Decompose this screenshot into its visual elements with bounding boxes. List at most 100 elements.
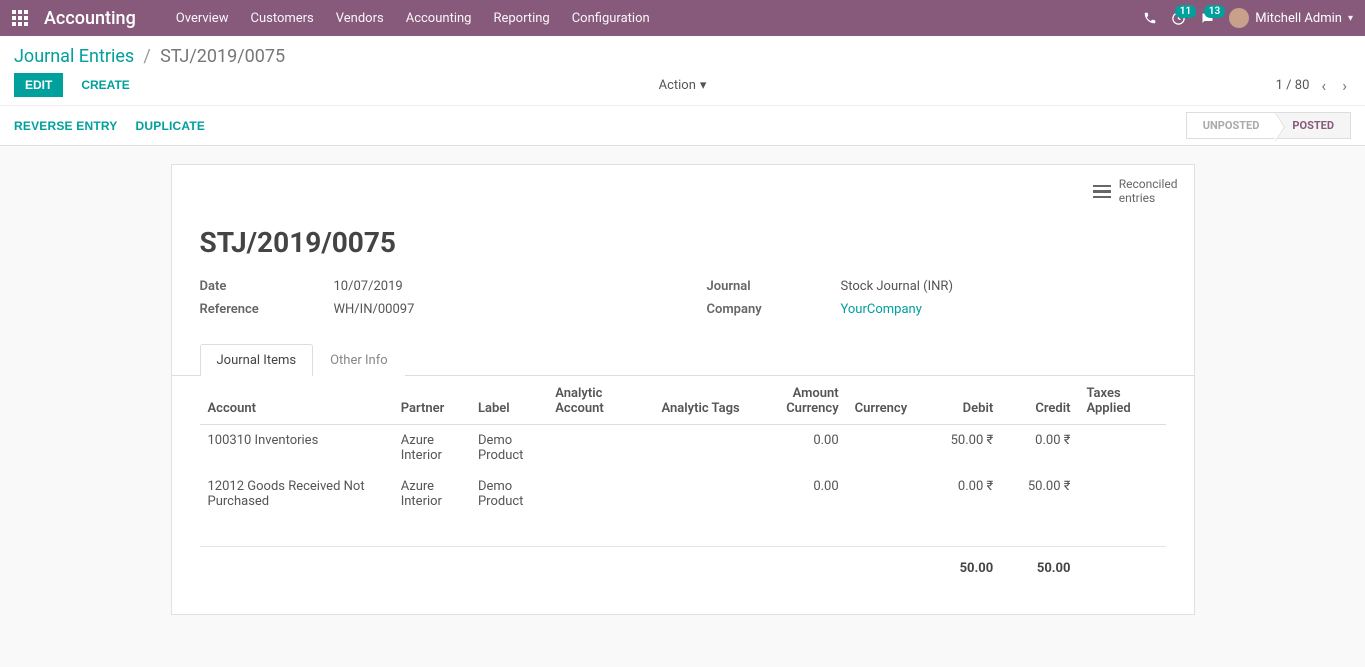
- user-menu[interactable]: Mitchell Admin ▾: [1229, 8, 1353, 28]
- cell-taxes: [1078, 471, 1165, 517]
- nav-overview[interactable]: Overview: [176, 11, 229, 26]
- cell-debit: 50.00 ₹: [924, 424, 1001, 471]
- col-analytic-tags[interactable]: Analytic Tags: [653, 376, 750, 425]
- cell-analytic-tags: [653, 471, 750, 517]
- field-label-company: Company: [707, 302, 841, 317]
- col-credit[interactable]: Credit: [1001, 376, 1078, 425]
- tab-journal-items[interactable]: Journal Items: [200, 344, 314, 376]
- duplicate-button[interactable]: DUPLICATE: [136, 119, 206, 133]
- field-value-reference: WH/IN/00097: [334, 302, 415, 317]
- activity-icon[interactable]: 11: [1171, 11, 1186, 26]
- nav-right: 11 13 Mitchell Admin ▾: [1143, 8, 1353, 28]
- col-account[interactable]: Account: [200, 376, 393, 425]
- field-company: Company YourCompany: [707, 298, 1166, 321]
- nav-customers[interactable]: Customers: [250, 11, 313, 26]
- nav-vendors[interactable]: Vendors: [336, 11, 384, 26]
- pager: 1 / 80 ‹ ›: [1276, 74, 1351, 97]
- table-row[interactable]: 12012 Goods Received Not PurchasedAzure …: [200, 471, 1166, 517]
- total-debit: 50.00: [924, 547, 1001, 591]
- field-journal: Journal Stock Journal (INR): [707, 275, 1166, 298]
- status-posted[interactable]: POSTED: [1275, 112, 1351, 139]
- list-icon: [1093, 185, 1111, 199]
- col-partner[interactable]: Partner: [393, 376, 470, 425]
- breadcrumb: Journal Entries / STJ/2019/0075: [14, 46, 285, 67]
- col-label[interactable]: Label: [470, 376, 547, 425]
- action-dropdown[interactable]: Action ▾: [659, 78, 707, 93]
- reconciled-entries-button[interactable]: Reconciled entries: [1093, 177, 1178, 206]
- avatar: [1229, 8, 1249, 28]
- create-button[interactable]: CREATE: [71, 74, 139, 96]
- user-name: Mitchell Admin: [1255, 11, 1342, 26]
- field-reference: Reference WH/IN/00097: [200, 298, 659, 321]
- status-unposted[interactable]: UNPOSTED: [1186, 112, 1276, 139]
- main-area: Reconciled entries STJ/2019/0075 Date 10…: [0, 146, 1365, 633]
- field-date: Date 10/07/2019: [200, 275, 659, 298]
- top-navbar: Accounting Overview Customers Vendors Ac…: [0, 0, 1365, 36]
- breadcrumb-root[interactable]: Journal Entries: [14, 46, 134, 67]
- field-value-journal: Stock Journal (INR): [841, 279, 953, 294]
- cell-debit: 0.00 ₹: [924, 471, 1001, 517]
- journal-items-table: Account Partner Label Analytic Account A…: [200, 376, 1166, 591]
- field-col-right: Journal Stock Journal (INR) Company Your…: [707, 275, 1166, 321]
- chat-icon[interactable]: 13: [1200, 11, 1215, 26]
- total-credit: 50.00: [1001, 547, 1078, 591]
- field-grid: Date 10/07/2019 Reference WH/IN/00097 Jo…: [172, 275, 1194, 335]
- caret-down-icon: ▾: [1348, 13, 1353, 24]
- breadcrumb-sep: /: [143, 46, 150, 67]
- tab-other-info[interactable]: Other Info: [313, 344, 405, 376]
- pager-text[interactable]: 1 / 80: [1276, 78, 1310, 93]
- activity-badge: 11: [1175, 5, 1196, 18]
- cell-amount-currency: 0.00: [750, 471, 847, 517]
- reverse-entry-button[interactable]: REVERSE ENTRY: [14, 119, 118, 133]
- chevron-down-icon: ▾: [700, 78, 707, 93]
- col-debit[interactable]: Debit: [924, 376, 1001, 425]
- edit-button[interactable]: EDIT: [14, 73, 63, 97]
- col-taxes[interactable]: Taxes Applied: [1078, 376, 1165, 425]
- tabs: Journal Items Other Info: [172, 343, 1194, 376]
- apps-grid-icon[interactable]: [12, 10, 28, 26]
- stat-line1: Reconciled: [1119, 177, 1178, 191]
- field-label-journal: Journal: [707, 279, 841, 294]
- field-value-date: 10/07/2019: [334, 279, 403, 294]
- cell-credit: 50.00 ₹: [1001, 471, 1078, 517]
- cell-taxes: [1078, 424, 1165, 471]
- journal-items-table-wrap: Account Partner Label Analytic Account A…: [172, 376, 1194, 591]
- status-bar: UNPOSTED POSTED: [1186, 112, 1351, 139]
- record-name: STJ/2019/0075: [172, 206, 1194, 275]
- cell-label: Demo Product: [470, 471, 547, 517]
- cell-amount-currency: 0.00: [750, 424, 847, 471]
- field-label-reference: Reference: [200, 302, 334, 317]
- nav-configuration[interactable]: Configuration: [572, 11, 650, 26]
- cell-analytic-account: [547, 424, 653, 471]
- field-label-date: Date: [200, 279, 334, 294]
- field-value-company[interactable]: YourCompany: [841, 302, 922, 317]
- app-brand[interactable]: Accounting: [44, 8, 136, 29]
- col-amount-currency[interactable]: Amount Currency: [750, 376, 847, 425]
- phone-icon[interactable]: [1143, 11, 1157, 25]
- control-panel: Journal Entries / STJ/2019/0075 EDIT CRE…: [0, 36, 1365, 146]
- cell-currency: [847, 471, 924, 517]
- cell-partner: Azure Interior: [393, 471, 470, 517]
- cell-account: 100310 Inventories: [200, 424, 393, 471]
- chat-badge: 13: [1204, 5, 1225, 18]
- nav-reporting[interactable]: Reporting: [493, 11, 549, 26]
- cell-label: Demo Product: [470, 424, 547, 471]
- table-row[interactable]: 100310 InventoriesAzure InteriorDemo Pro…: [200, 424, 1166, 471]
- breadcrumb-current: STJ/2019/0075: [160, 46, 285, 67]
- action-label: Action: [659, 78, 696, 93]
- stat-text: Reconciled entries: [1119, 177, 1178, 206]
- cell-analytic-tags: [653, 424, 750, 471]
- col-analytic-account[interactable]: Analytic Account: [547, 376, 653, 425]
- cell-account: 12012 Goods Received Not Purchased: [200, 471, 393, 517]
- cell-partner: Azure Interior: [393, 424, 470, 471]
- pager-prev[interactable]: ‹: [1317, 74, 1330, 97]
- cell-credit: 0.00 ₹: [1001, 424, 1078, 471]
- form-sheet: Reconciled entries STJ/2019/0075 Date 10…: [171, 164, 1195, 615]
- cell-analytic-account: [547, 471, 653, 517]
- cell-currency: [847, 424, 924, 471]
- field-col-left: Date 10/07/2019 Reference WH/IN/00097: [200, 275, 659, 321]
- pager-next[interactable]: ›: [1338, 74, 1351, 97]
- col-currency[interactable]: Currency: [847, 376, 924, 425]
- nav-accounting[interactable]: Accounting: [406, 11, 472, 26]
- totals-row: 50.00 50.00: [200, 547, 1166, 591]
